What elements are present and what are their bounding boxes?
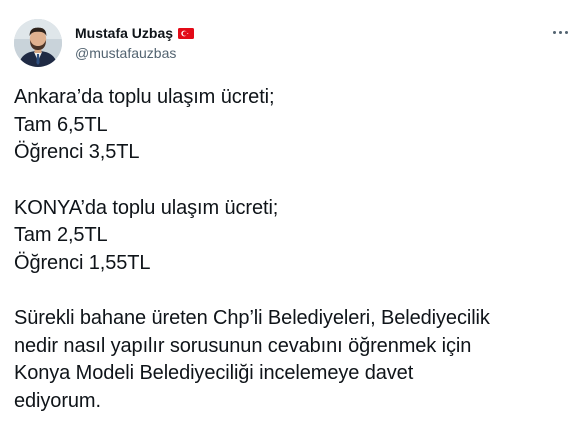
tweet-line: Tam 2,5TL xyxy=(14,224,108,246)
tweet: Mustafa Uzbaş @mustafauzbas Ankara’da to… xyxy=(0,0,586,426)
author-name-row: Mustafa Uzbaş xyxy=(75,24,195,42)
author-handle[interactable]: @mustafauzbas xyxy=(75,44,176,62)
turkey-flag-icon xyxy=(178,27,195,39)
tweet-line: Ankara’da toplu ulaşım ücreti; xyxy=(14,86,275,108)
avatar[interactable] xyxy=(14,19,62,67)
tweet-line: KONYA’da toplu ulaşım ücreti; xyxy=(14,196,279,219)
profile-photo xyxy=(14,19,62,67)
tweet-text: Ankara’da toplu ulaşım ücreti; Tam 6,5TL… xyxy=(14,84,574,415)
tweet-line: ediyorum. xyxy=(14,389,101,412)
author-display-name[interactable]: Mustafa Uzbaş xyxy=(75,24,173,42)
tweet-line: Öğrenci 1,55TL xyxy=(14,251,151,274)
tweet-line: Öğrenci 3,5TL xyxy=(14,141,140,163)
tweet-line: Tam 6,5TL xyxy=(14,113,108,136)
more-horizontal-icon[interactable] xyxy=(548,22,572,42)
tweet-line: Konya Modeli Belediyeciliği incelemeye d… xyxy=(14,362,414,384)
tweet-line: nedir nasıl yapılır sorusunun cevabını ö… xyxy=(14,334,472,357)
tweet-line: Sürekli bahane üreten Chp’li Belediyeler… xyxy=(14,307,490,329)
